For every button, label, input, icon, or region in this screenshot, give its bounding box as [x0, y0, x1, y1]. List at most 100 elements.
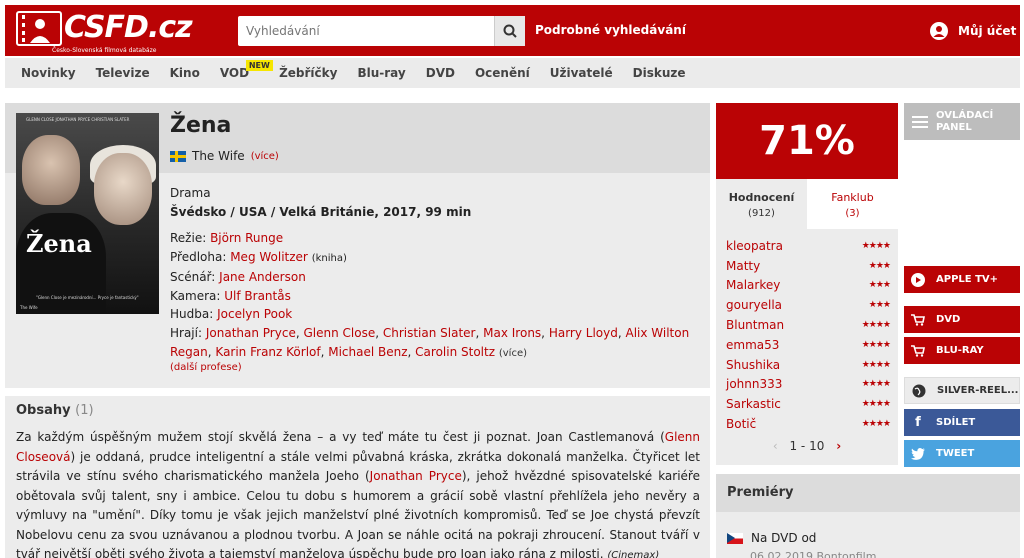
bluray-label: BLU-RAY: [936, 345, 984, 356]
apple-tv-button[interactable]: APPLE TV+: [904, 266, 1020, 293]
twitter-tweet-button[interactable]: TWEET: [904, 440, 1020, 467]
nav-item-diskuze[interactable]: Diskuze: [633, 66, 686, 80]
film-title: Žena: [170, 113, 232, 138]
silver-reel-label: SILVER-REEL...: [937, 385, 1019, 396]
logo-tagline: Česko-Slovenská filmová databáze: [52, 47, 157, 54]
pager-next-icon[interactable]: ›: [836, 439, 841, 453]
tab-ratings[interactable]: Hodnocení (912): [716, 179, 807, 229]
user-name-link[interactable]: Matty: [726, 259, 760, 273]
user-stars-icon: ★★★★: [861, 339, 891, 350]
search-button[interactable]: [494, 16, 525, 46]
film-poster[interactable]: GLENN CLOSE JONATHAN PRYCE CHRISTIAN SLA…: [16, 113, 159, 314]
cast-link[interactable]: Carolin Stoltz: [415, 345, 495, 359]
dvd-button[interactable]: DVD: [904, 306, 1020, 333]
bluray-button[interactable]: BLU-RAY: [904, 337, 1020, 364]
user-name-link[interactable]: Bluntman: [726, 318, 784, 332]
user-stars-icon: ★★★★: [861, 240, 891, 251]
ratings-pager: ‹ 1 - 10 ›: [716, 439, 898, 453]
nav-item-oceneni[interactable]: Ocenění: [475, 66, 530, 80]
director-link[interactable]: Björn Runge: [210, 231, 283, 245]
user-name-link[interactable]: kleopatra: [726, 239, 783, 253]
tweet-label: TWEET: [936, 448, 975, 459]
apple-tv-label: APPLE TV+: [936, 274, 999, 285]
new-badge: NEW: [245, 60, 273, 71]
account-menu[interactable]: Můj účet: [930, 22, 1016, 40]
cast-more-link[interactable]: (více): [499, 348, 527, 359]
poster-footer: The Wife: [20, 305, 38, 310]
cast-link[interactable]: Jonathan Pryce: [206, 326, 296, 340]
original-title: The Wife (více): [170, 149, 279, 163]
rating-tabs: Hodnocení (912) Fanklub (3): [716, 179, 898, 229]
user-name-link[interactable]: Shushika: [726, 358, 780, 372]
tab-ratings-label: Hodnocení: [728, 191, 795, 204]
nav-item-bluray[interactable]: Blu-ray: [357, 66, 405, 80]
plot-section: Obsahy (1) Za každým úspěšným mužem stoj…: [5, 396, 710, 558]
music-link[interactable]: Jocelyn Pook: [217, 307, 292, 321]
silver-reel-button[interactable]: SILVER-REEL...: [904, 377, 1020, 404]
camera-link[interactable]: Ulf Brantås: [224, 289, 291, 303]
user-rating-row: Sarkastic ★★★★: [726, 394, 891, 414]
search-input[interactable]: [238, 16, 488, 46]
cast-link[interactable]: Glenn Close: [303, 326, 375, 340]
user-icon: [930, 22, 948, 40]
cast-link[interactable]: Christian Slater: [383, 326, 476, 340]
film-genre: Drama: [170, 186, 211, 200]
cart-icon: [910, 343, 926, 359]
tab-ratings-count: (912): [748, 208, 775, 219]
premieres-heading: Premiéry: [716, 474, 1020, 512]
tab-fanclub[interactable]: Fanklub (3): [807, 179, 898, 229]
cast-list: Hrají: Jonathan Pryce, Glenn Close, Chri…: [170, 325, 690, 359]
play-icon: [910, 272, 926, 288]
search-icon: [503, 24, 517, 38]
account-label: Můj účet: [958, 24, 1017, 38]
tab-fanclub-label: Fanklub: [831, 191, 874, 204]
source-link[interactable]: Meg Wolitzer: [230, 250, 308, 264]
nav-item-televize[interactable]: Televize: [96, 66, 150, 80]
user-rating-row: Bluntman ★★★★: [726, 315, 891, 335]
music-label: Hudba:: [170, 307, 214, 322]
user-name-link[interactable]: emma53: [726, 338, 779, 352]
csfd-logo[interactable]: CSFD.cz Česko-Slovenská filmová databáze: [16, 10, 193, 54]
logo-film-icon: [16, 11, 62, 46]
user-rating-row: Malarkey ★★★: [726, 276, 891, 296]
plot-heading-label: Obsahy: [16, 403, 71, 418]
nav-item-vod-label: VOD: [219, 66, 250, 80]
premieres-box: Premiéry Na DVD od 06.02.2019 Bontonfilm: [716, 474, 1020, 558]
user-name-link[interactable]: johnn333: [726, 377, 782, 391]
nav-item-uzivatele[interactable]: Uživatelé: [550, 66, 613, 80]
control-panel-button[interactable]: OVLÁDACÍ PANEL: [904, 103, 1020, 140]
twitter-icon: [910, 446, 926, 462]
user-name-link[interactable]: Botič: [726, 417, 756, 431]
nav-item-kino[interactable]: Kino: [170, 66, 200, 80]
advanced-search-link[interactable]: Podrobné vyhledávání: [535, 23, 686, 37]
more-titles-link[interactable]: (více): [251, 151, 279, 162]
user-stars-icon: ★★★: [868, 300, 891, 311]
user-rating-row: Shushika ★★★★: [726, 355, 891, 375]
cast-link[interactable]: Karin Franz Körlof: [215, 345, 320, 359]
user-name-link[interactable]: Sarkastic: [726, 397, 781, 411]
plot-heading: Obsahy (1): [16, 403, 94, 418]
nav-item-vod[interactable]: VOD NEW: [219, 60, 273, 80]
globe-icon: [911, 383, 927, 399]
user-rating-row: Botič ★★★★: [726, 414, 891, 434]
pager-prev-icon[interactable]: ‹: [773, 439, 778, 453]
user-rating-row: gouryella ★★★: [726, 295, 891, 315]
facebook-share-button[interactable]: f SDÍLET: [904, 409, 1020, 436]
user-name-link[interactable]: Malarkey: [726, 278, 780, 292]
user-stars-icon: ★★★★: [861, 419, 891, 430]
plot-actor-link[interactable]: Jonathan Pryce: [370, 469, 462, 483]
nav-item-zebricky[interactable]: Žebříčky: [279, 66, 337, 80]
cast-link[interactable]: Max Irons: [483, 326, 541, 340]
nav-item-dvd[interactable]: DVD: [426, 66, 455, 80]
screenplay-link[interactable]: Jane Anderson: [219, 270, 306, 284]
facebook-icon: f: [915, 415, 921, 430]
user-rating-row: emma53 ★★★★: [726, 335, 891, 355]
cast-link[interactable]: Michael Benz: [328, 345, 407, 359]
original-title-text: The Wife: [192, 149, 245, 163]
nav-item-novinky[interactable]: Novinky: [21, 66, 76, 80]
further-professions-link[interactable]: (další profese): [170, 362, 242, 373]
user-name-link[interactable]: gouryella: [726, 298, 782, 312]
rating-score: 71%: [716, 103, 898, 179]
cast-link[interactable]: Harry Lloyd: [549, 326, 618, 340]
user-stars-icon: ★★★★: [861, 359, 891, 370]
